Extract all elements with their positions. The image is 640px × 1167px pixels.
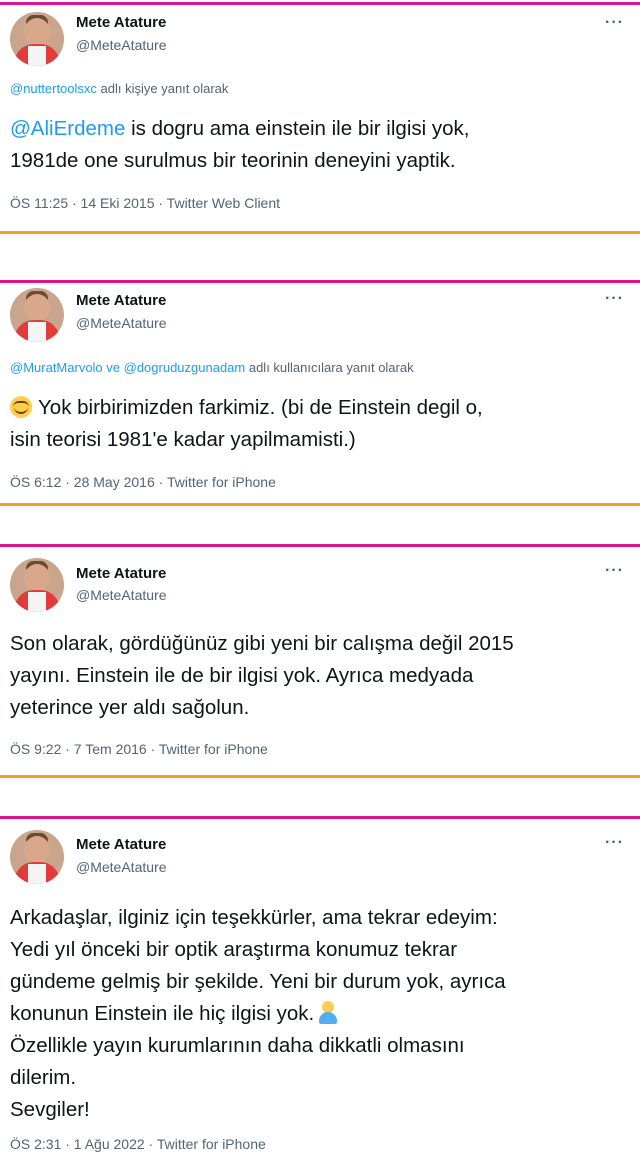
user-handle[interactable]: @MeteAtature [76, 587, 166, 603]
avatar[interactable] [10, 288, 64, 342]
user-handle[interactable]: @MeteAtature [76, 859, 166, 875]
tweet-timestamp[interactable]: ÖS 2:31 · 1 Ağu 2022 · Twitter for iPhon… [10, 1136, 266, 1152]
tweet-card[interactable]: Mete Atature @MeteAtature ··· @MuratMarv… [0, 278, 640, 506]
tweet-body: Yok birbirimizden farkimiz. (bi de Einst… [10, 396, 483, 451]
tweet-text: @AliErdeme is dogru ama einstein ile bir… [10, 113, 630, 177]
card-top-border [0, 816, 640, 819]
user-handle[interactable]: @MeteAtature [76, 315, 166, 331]
tweet-text: Yok birbirimizden farkimiz. (bi de Einst… [10, 392, 630, 456]
tweet-timestamp[interactable]: ÖS 11:25 · 14 Eki 2015 · Twitter Web Cli… [10, 195, 280, 211]
tweet-text: Arkadaşlar, ilginiz için teşekkürler, am… [10, 902, 630, 1126]
card-top-border [0, 2, 640, 5]
card-top-border [0, 544, 640, 547]
tweet-card[interactable]: Mete Atature @MeteAtature ··· @nuttertoo… [0, 0, 640, 236]
more-options-icon[interactable]: ··· [605, 14, 624, 32]
card-bottom-border [0, 775, 640, 778]
tweet-text: Son olarak, gördüğünüz gibi yeni bir cal… [10, 632, 514, 719]
card-bottom-border [0, 503, 640, 506]
reply-mention-link[interactable]: @nuttertoolsxc [10, 81, 97, 96]
more-options-icon[interactable]: ··· [605, 562, 624, 580]
display-name[interactable]: Mete Atature [76, 565, 166, 582]
reply-context: @MuratMarvolo ve @dogruduzgunadam adlı k… [10, 360, 414, 375]
user-handle[interactable]: @MeteAtature [76, 37, 166, 53]
tweet-card[interactable]: Mete Atature @MeteAtature ··· Son olarak… [0, 542, 640, 780]
smiling-face-emoji-icon [10, 396, 32, 418]
avatar[interactable] [10, 830, 64, 884]
display-name[interactable]: Mete Atature [76, 292, 166, 309]
facepalm-emoji-icon [318, 1000, 338, 1024]
display-name[interactable]: Mete Atature [76, 836, 166, 853]
card-top-border [0, 280, 640, 283]
tweet-timestamp[interactable]: ÖS 6:12 · 28 May 2016 · Twitter for iPho… [10, 474, 276, 490]
tweet-timestamp[interactable]: ÖS 9:22 · 7 Tem 2016 · Twitter for iPhon… [10, 741, 268, 757]
card-bottom-border [0, 231, 640, 234]
avatar[interactable] [10, 12, 64, 66]
tweet-body: Arkadaşlar, ilginiz için teşekkürler, am… [10, 906, 506, 1025]
tweet-body-continued: Özellikle yayın kurumlarının daha dikkat… [10, 1034, 465, 1121]
reply-context-label: adlı kişiye yanıt olarak [96, 81, 229, 96]
reply-context: @nuttertoolsxc adlı kişiye yanıt olarak [10, 81, 228, 96]
mention-link[interactable]: @AliErdeme [10, 117, 125, 140]
reply-mention-link[interactable]: @MuratMarvolo ve @dogruduzgunadam [10, 360, 245, 375]
tweet-card[interactable]: Mete Atature @MeteAtature ··· Arkadaşlar… [0, 814, 640, 1167]
reply-context-label: adlı kullanıcılara yanıt olarak [245, 360, 414, 375]
avatar[interactable] [10, 558, 64, 612]
more-options-icon[interactable]: ··· [605, 834, 624, 852]
display-name[interactable]: Mete Atature [76, 14, 166, 31]
more-options-icon[interactable]: ··· [605, 290, 624, 308]
